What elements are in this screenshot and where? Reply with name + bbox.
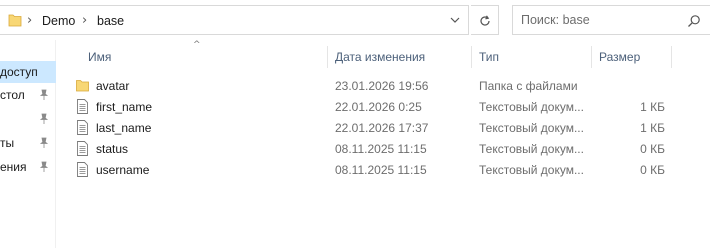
nav-item-label: ты (0, 136, 15, 150)
file-list: ^ Имя Дата изменения Тип Размер avatar 2… (56, 40, 710, 248)
file-name: status (96, 142, 129, 156)
refresh-icon (480, 15, 490, 26)
file-date: 08.11.2025 11:15 (335, 163, 427, 177)
breadcrumb-item-demo[interactable]: Demo (42, 14, 75, 28)
address-toolbar: › Demo › base (0, 0, 710, 40)
chevron-right-icon: › (82, 13, 88, 28)
pin-icon (39, 137, 49, 148)
navigation-pane: доступ стол ты ения (0, 40, 56, 248)
text-file-icon (77, 120, 88, 135)
file-date: 22.01.2026 17:37 (335, 121, 429, 135)
nav-item-quick-access[interactable]: доступ (0, 61, 56, 83)
refresh-button[interactable] (471, 5, 499, 35)
column-separator[interactable] (327, 46, 328, 68)
file-size: 0 КБ (640, 142, 665, 156)
text-file-icon (77, 99, 88, 114)
nav-item-label: доступ (0, 65, 38, 79)
column-header-name[interactable]: Имя (88, 46, 111, 68)
column-header-size[interactable]: Размер (599, 46, 640, 68)
text-file-icon (77, 162, 88, 177)
file-type: Текстовый докум... (479, 121, 584, 135)
search-input[interactable] (521, 13, 681, 27)
file-type: Текстовый докум... (479, 100, 584, 114)
column-header-date[interactable]: Дата изменения (335, 46, 425, 68)
file-name: username (96, 163, 150, 177)
file-date: 08.11.2025 11:15 (335, 142, 427, 156)
file-name: avatar (96, 79, 130, 93)
file-type: Текстовый докум... (479, 142, 584, 156)
file-type: Папка с файлами (479, 79, 578, 93)
breadcrumb-item-base[interactable]: base (97, 14, 124, 28)
column-separator[interactable] (671, 46, 672, 68)
nav-item-label: стол (0, 88, 25, 102)
search-icon[interactable] (687, 14, 701, 28)
search-box[interactable] (512, 5, 710, 35)
column-header-type[interactable]: Тип (479, 46, 499, 68)
folder-icon (76, 80, 89, 92)
column-separator[interactable] (471, 46, 472, 68)
column-header-row: Имя Дата изменения Тип Размер (56, 46, 710, 68)
file-row-username[interactable]: username 08.11.2025 11:15 Текстовый доку… (56, 159, 710, 180)
file-row-status[interactable]: status 08.11.2025 11:15 Текстовый докум.… (56, 138, 710, 159)
file-row-first-name[interactable]: first_name 22.01.2026 0:25 Текстовый док… (56, 96, 710, 117)
nav-item-desktop[interactable]: стол (0, 84, 56, 106)
file-type: Текстовый докум... (479, 163, 584, 177)
file-row-last-name[interactable]: last_name 22.01.2026 17:37 Текстовый док… (56, 117, 710, 138)
file-name: first_name (96, 100, 153, 114)
file-name: last_name (96, 121, 152, 135)
file-size: 1 КБ (640, 121, 665, 135)
file-size: 0 КБ (640, 163, 665, 177)
file-date: 22.01.2026 0:25 (335, 100, 422, 114)
chevron-down-icon[interactable] (450, 14, 460, 26)
folder-icon (8, 14, 22, 27)
pin-icon (39, 89, 49, 100)
address-bar[interactable]: › Demo › base (0, 5, 469, 35)
nav-item-downloads[interactable] (0, 108, 56, 130)
nav-item-pictures[interactable]: ения (0, 156, 56, 178)
pin-icon (39, 113, 49, 124)
text-file-icon (77, 141, 88, 156)
file-date: 23.01.2026 19:56 (335, 79, 429, 93)
nav-item-label: ения (0, 160, 27, 174)
file-row-avatar[interactable]: avatar 23.01.2026 19:56 Папка с файлами (56, 75, 710, 96)
column-separator[interactable] (591, 46, 592, 68)
file-size: 1 КБ (640, 100, 665, 114)
nav-item-documents[interactable]: ты (0, 132, 56, 154)
chevron-right-icon: › (27, 13, 33, 28)
pin-icon (39, 161, 49, 172)
